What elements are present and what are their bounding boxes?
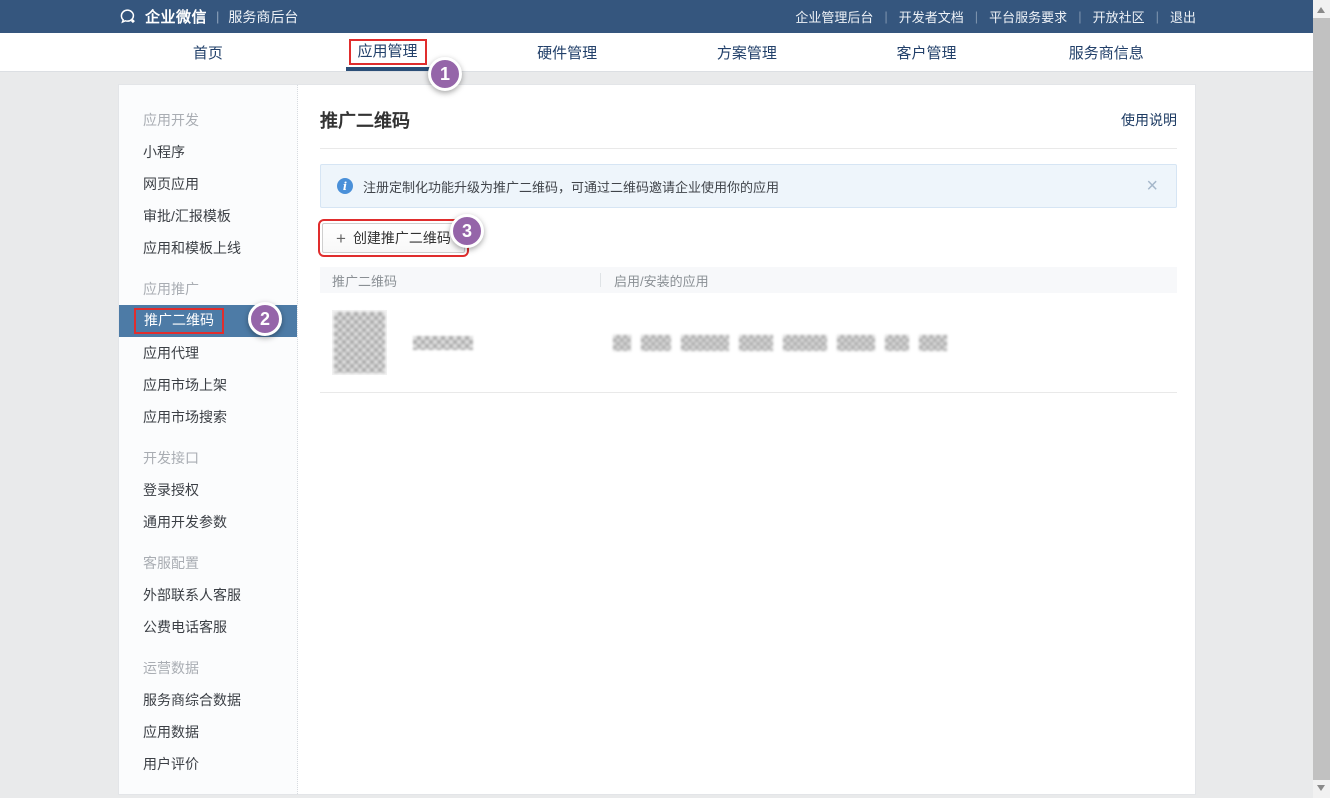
plus-icon: +	[336, 230, 346, 247]
create-promo-qrcode-button[interactable]: + 创建推广二维码	[322, 223, 465, 253]
vertical-scrollbar[interactable]	[1313, 0, 1330, 798]
tab-label: 客户管理	[897, 42, 957, 63]
sidebar-item-common-dev-params[interactable]: 通用开发参数	[119, 506, 297, 538]
main-nav: 首页 应用管理 硬件管理 方案管理 客户管理 服务商信息	[0, 33, 1313, 72]
sidebar-item-provider-aggregate-data[interactable]: 服务商综合数据	[119, 684, 297, 716]
sidebar-item-app-data[interactable]: 应用数据	[119, 716, 297, 748]
annotation-step-2-badge: 2	[248, 302, 282, 336]
sidebar-section-app-promotion: 应用推广	[119, 273, 297, 305]
column-header-qrcode: 推广二维码	[320, 271, 600, 290]
tab-hardware-management[interactable]: 硬件管理	[477, 33, 657, 71]
wework-logo-icon	[118, 7, 138, 27]
link-separator: |	[884, 9, 887, 24]
table-row	[320, 293, 1177, 393]
sidebar-item-free-phone-service[interactable]: 公费电话客服	[119, 611, 297, 643]
link-platform-requirements[interactable]: 平台服务要求	[989, 7, 1067, 26]
link-separator: |	[1156, 9, 1159, 24]
annotation-step-1-badge: 1	[428, 57, 462, 91]
content-card: 应用开发 小程序 网页应用 审批/汇报模板 应用和模板上线 应用推广 推广二维码…	[118, 84, 1196, 795]
scrollbar-up-arrow-icon[interactable]	[1317, 7, 1325, 13]
sidebar-item-app-market-listing[interactable]: 应用市场上架	[119, 369, 297, 401]
qrcode-table: 推广二维码 启用/安装的应用	[320, 267, 1177, 393]
sidebar-item-mini-program[interactable]: 小程序	[119, 136, 297, 168]
usage-instructions-link[interactable]: 使用说明	[1121, 110, 1177, 130]
portal-name: 服务商后台	[228, 7, 298, 27]
column-header-apps: 启用/安装的应用	[601, 271, 709, 290]
tab-customer-management[interactable]: 客户管理	[837, 33, 1017, 71]
sidebar-section-operation-data: 运营数据	[119, 652, 297, 684]
brand-name: 企业微信	[145, 6, 207, 27]
header-divider	[320, 148, 1177, 149]
sidebar-item-login-auth[interactable]: 登录授权	[119, 474, 297, 506]
info-icon: i	[337, 178, 353, 194]
annotation-red-box-sidebar: 推广二维码	[134, 308, 224, 334]
annotation-red-box-tab: 应用管理	[349, 39, 427, 66]
apps-cell	[600, 310, 1177, 375]
sidebar-item-app-agent[interactable]: 应用代理	[119, 337, 297, 369]
redacted-qr-thumbnail	[332, 310, 387, 375]
sidebar-item-user-reviews[interactable]: 用户评价	[119, 748, 297, 780]
topbar-links: 企业管理后台 | 开发者文档 | 平台服务要求 | 开放社区 | 退出	[795, 7, 1196, 26]
link-enterprise-admin[interactable]: 企业管理后台	[795, 7, 873, 26]
link-separator: |	[1078, 9, 1081, 24]
annotation-step-3-badge: 3	[450, 214, 484, 248]
wework-brand[interactable]: 企业微信 | 服务商后台	[118, 6, 298, 27]
redacted-app-list	[613, 335, 947, 351]
info-banner-text: 注册定制化功能升级为推广二维码，可通过二维码邀请企业使用你的应用	[363, 177, 1144, 196]
link-open-community[interactable]: 开放社区	[1093, 7, 1145, 26]
tab-label: 应用管理	[358, 43, 418, 60]
tab-label: 服务商信息	[1069, 42, 1144, 63]
redacted-qrcode-name	[413, 336, 473, 350]
sidebar-section-app-development: 应用开发	[119, 104, 297, 136]
sidebar-item-external-contact-service[interactable]: 外部联系人客服	[119, 579, 297, 611]
page-title: 推广二维码	[320, 107, 410, 133]
scrollbar-thumb[interactable]	[1313, 18, 1330, 780]
tab-home[interactable]: 首页	[118, 33, 298, 71]
brand-separator: |	[216, 9, 219, 24]
link-logout[interactable]: 退出	[1170, 7, 1196, 26]
info-banner: i 注册定制化功能升级为推广二维码，可通过二维码邀请企业使用你的应用 ×	[320, 164, 1177, 208]
sidebar-item-app-template-launch[interactable]: 应用和模板上线	[119, 232, 297, 264]
link-separator: |	[975, 9, 978, 24]
sidebar-item-approval-report-template[interactable]: 审批/汇报模板	[119, 200, 297, 232]
banner-close-icon[interactable]: ×	[1144, 176, 1160, 196]
sidebar-item-web-app[interactable]: 网页应用	[119, 168, 297, 200]
sidebar-item-app-market-search[interactable]: 应用市场搜索	[119, 401, 297, 433]
sidebar: 应用开发 小程序 网页应用 审批/汇报模板 应用和模板上线 应用推广 推广二维码…	[119, 85, 298, 794]
topbar: 企业微信 | 服务商后台 企业管理后台 | 开发者文档 | 平台服务要求 | 开…	[0, 0, 1313, 33]
create-button-label: 创建推广二维码	[353, 228, 451, 248]
link-developer-docs[interactable]: 开发者文档	[899, 7, 964, 26]
main-panel: 推广二维码 使用说明 i 注册定制化功能升级为推广二维码，可通过二维码邀请企业使…	[299, 85, 1195, 794]
tab-label: 方案管理	[717, 42, 777, 63]
sidebar-section-service-config: 客服配置	[119, 547, 297, 579]
tab-provider-info[interactable]: 服务商信息	[1016, 33, 1196, 71]
sidebar-item-label: 推广二维码	[144, 312, 214, 328]
sidebar-section-dev-api: 开发接口	[119, 442, 297, 474]
tab-solution-management[interactable]: 方案管理	[657, 33, 837, 71]
table-header: 推广二维码 启用/安装的应用	[320, 267, 1177, 293]
active-tab-underline	[346, 67, 430, 71]
scrollbar-down-arrow-icon[interactable]	[1317, 785, 1325, 791]
tab-label: 首页	[193, 42, 223, 63]
tab-label: 硬件管理	[537, 42, 597, 63]
qrcode-cell	[320, 310, 600, 375]
